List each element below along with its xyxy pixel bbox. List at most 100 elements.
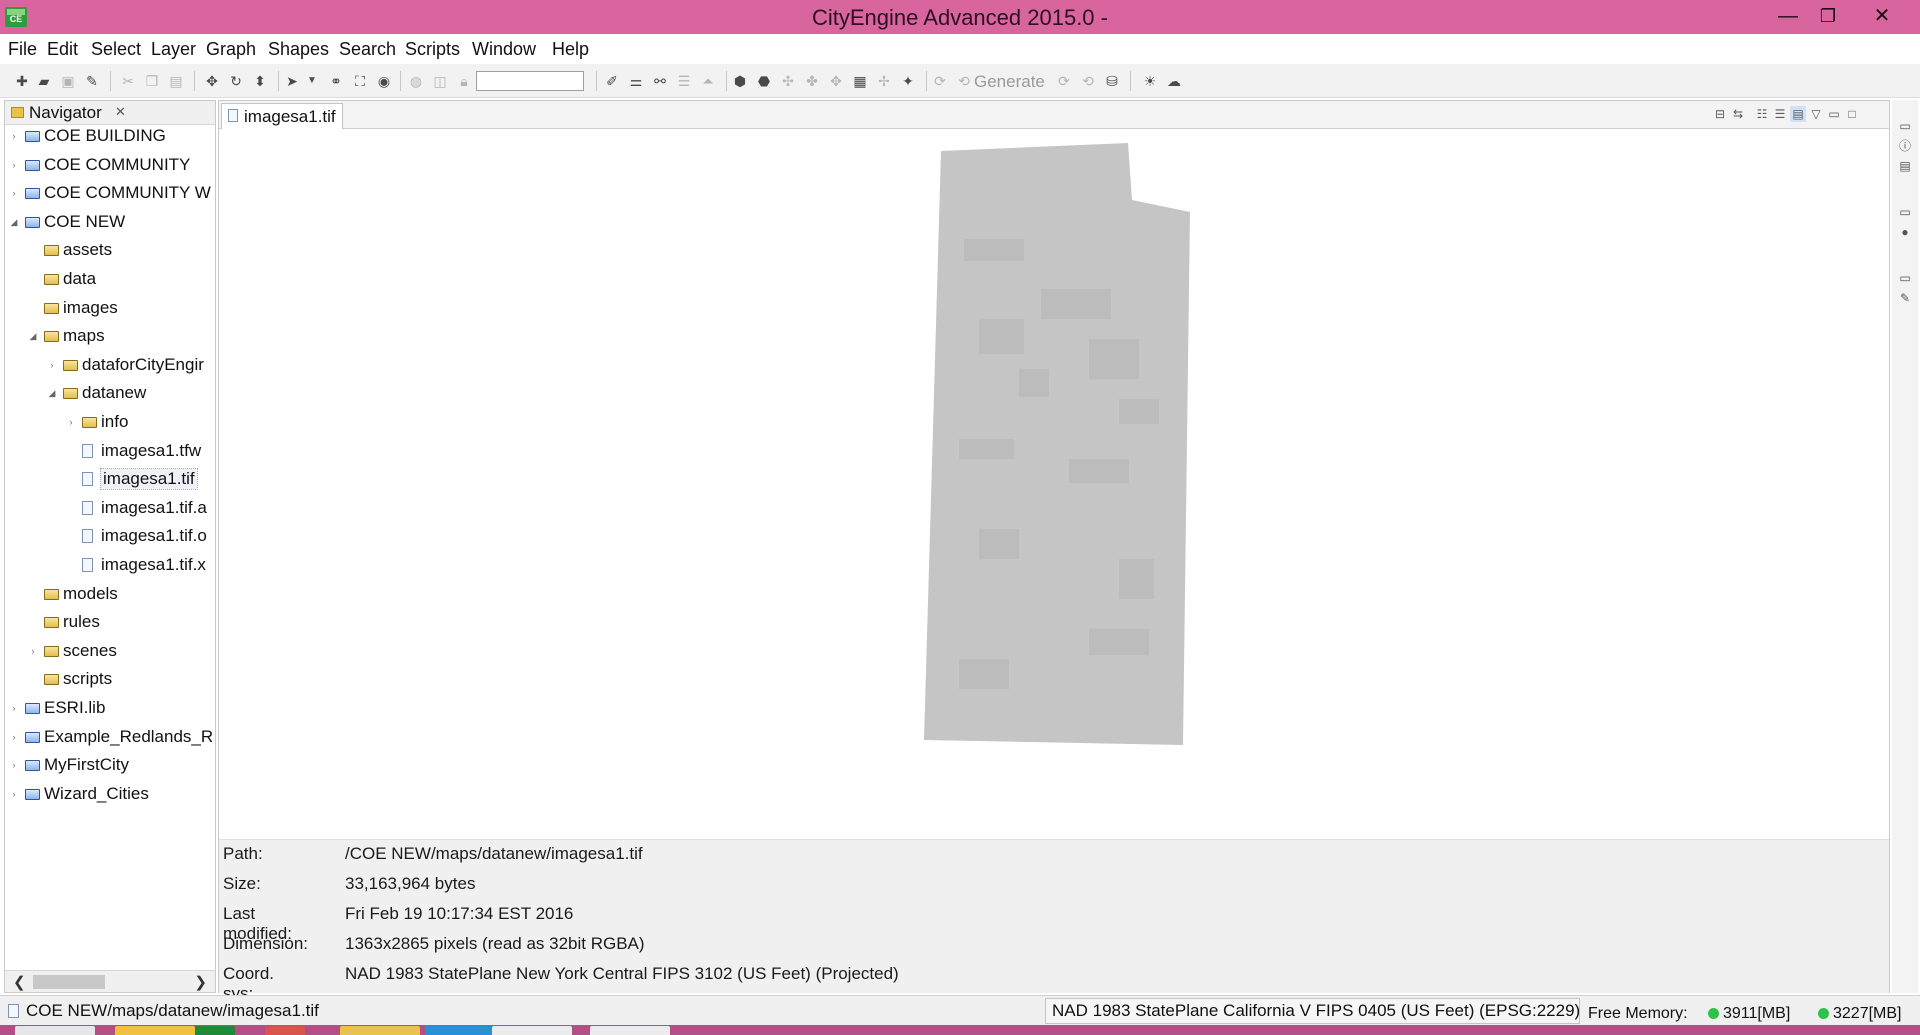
menu-file[interactable]: File <box>8 39 37 60</box>
generate-icon[interactable]: ⟲ <box>956 73 972 89</box>
taskbar-button[interactable] <box>195 1026 235 1035</box>
tree-item[interactable]: images <box>5 297 215 321</box>
cube-flat-icon[interactable]: ⬣ <box>756 73 772 89</box>
scroll-right-icon[interactable]: ❯ <box>194 973 207 991</box>
checker-icon[interactable]: ▦ <box>852 73 868 89</box>
tree-item[interactable]: › COE COMMUNITY W <box>5 182 215 206</box>
tree-item[interactable]: models <box>5 583 215 607</box>
info-icon[interactable]: ⓘ <box>1897 138 1913 154</box>
taskbar-button[interactable] <box>492 1026 572 1035</box>
move-down-icon[interactable]: ⬍ <box>252 73 268 89</box>
pan-icon[interactable]: ✥ <box>204 73 220 89</box>
navigator-horizontal-scrollbar[interactable]: ❮ ❯ <box>5 970 215 992</box>
tree-item[interactable]: › scenes <box>5 640 215 664</box>
cut-icon[interactable]: ✂ <box>120 73 136 89</box>
tree-item[interactable]: rules <box>5 611 215 635</box>
link-icon[interactable]: ⇆ <box>1730 106 1746 122</box>
collapsed-chevron-icon[interactable]: › <box>28 646 38 656</box>
shape-tools-icon[interactable]: ✦ <box>900 73 916 89</box>
new-icon[interactable]: ✚ <box>14 73 30 89</box>
export-icon[interactable]: ⛁ <box>1104 73 1120 89</box>
tree-item[interactable]: › Example_Redlands_R <box>5 726 215 750</box>
collapsed-chevron-icon[interactable]: › <box>9 131 19 141</box>
restore-view-icon[interactable]: ▭ <box>1897 204 1913 220</box>
toolbar-search-input[interactable] <box>476 71 584 91</box>
sphere-icon[interactable]: ● <box>1897 224 1913 240</box>
minimize-button[interactable]: — <box>1768 0 1808 34</box>
menu-layer[interactable]: Layer <box>151 39 196 60</box>
menu-graph[interactable]: Graph <box>206 39 256 60</box>
menu-edit[interactable]: Edit <box>47 39 78 60</box>
terrain-icon[interactable]: ⏶ <box>700 73 716 89</box>
outline-icon[interactable]: ☷ <box>1754 106 1770 122</box>
status-coordinate-system[interactable]: NAD 1983 StatePlane California V FIPS 04… <box>1045 998 1580 1024</box>
tree-item[interactable]: › dataforCityEngir <box>5 354 215 378</box>
restore-view-icon[interactable]: ▭ <box>1897 270 1913 286</box>
view-mode-icon[interactable]: ▤ <box>1790 106 1806 122</box>
list-icon[interactable]: ☰ <box>1772 106 1788 122</box>
navigator-tab[interactable]: Navigator <box>29 103 102 123</box>
taskbar-button[interactable] <box>265 1026 305 1035</box>
collapse-icon[interactable]: ⊟ <box>1712 106 1728 122</box>
shape-subdivide-icon[interactable]: ✥ <box>828 73 844 89</box>
image-preview[interactable] <box>219 129 1889 839</box>
navigator-tree[interactable]: › COE BUILDING › COE COMMUNITY › COE COMMUNIT… <box>5 125 215 970</box>
zoom-icon[interactable]: ◉ <box>376 73 392 89</box>
orbit-icon[interactable]: ↻ <box>228 73 244 89</box>
tree-item[interactable]: › COE COMMUNITY <box>5 154 215 178</box>
tree-item[interactable]: › ESRI.lib <box>5 697 215 721</box>
taskbar-button[interactable] <box>340 1026 420 1035</box>
collapsed-chevron-icon[interactable]: › <box>47 360 57 370</box>
scrollbar-thumb[interactable] <box>33 975 105 989</box>
taskbar-button[interactable] <box>15 1026 95 1035</box>
close-button[interactable]: ✕ <box>1862 0 1902 34</box>
generate-button[interactable]: Generate <box>974 72 1045 92</box>
tree-item[interactable]: imagesa1.tif.o <box>5 525 215 549</box>
street-grow-icon[interactable]: ⚌ <box>628 73 644 89</box>
collapsed-chevron-icon[interactable]: › <box>66 417 76 427</box>
expanded-chevron-icon[interactable]: ◢ <box>47 388 57 399</box>
taskbar-button[interactable] <box>115 1026 195 1035</box>
tree-item[interactable]: › Wizard_Cities <box>5 783 215 807</box>
tree-item[interactable]: scripts <box>5 668 215 692</box>
expanded-chevron-icon[interactable]: ◢ <box>9 217 19 228</box>
tree-item[interactable]: › info <box>5 411 215 435</box>
tree-item[interactable]: ◢ datanew <box>5 382 215 406</box>
clean-icon[interactable]: ⟲ <box>1080 73 1096 89</box>
minimize-view-icon[interactable]: ▭ <box>1826 106 1842 122</box>
tree-item[interactable]: assets <box>5 239 215 263</box>
chevron-down-icon[interactable]: ▼ <box>304 73 320 89</box>
shape-split-icon[interactable]: ✣ <box>780 73 796 89</box>
copy-icon[interactable]: ❐ <box>144 73 160 89</box>
menu-shapes[interactable]: Shapes <box>268 39 329 60</box>
open-folder-icon[interactable]: ▰ <box>36 73 52 89</box>
frame-icon[interactable]: ⛶ <box>352 73 368 89</box>
sun-icon[interactable]: ☀ <box>1142 73 1158 89</box>
tree-item[interactable]: imagesa1.tif <box>5 468 215 492</box>
collapsed-chevron-icon[interactable]: › <box>9 160 19 170</box>
generate-rule-icon[interactable]: ⟳ <box>932 73 948 89</box>
street-align-icon[interactable]: ☰ <box>676 73 692 89</box>
menu-search[interactable]: Search <box>339 39 396 60</box>
paste-icon[interactable]: ▤ <box>168 73 184 89</box>
menu-help[interactable]: Help <box>552 39 589 60</box>
tab-imagesa1-tif[interactable]: imagesa1.tif <box>221 103 343 129</box>
cube-icon[interactable]: ⬢ <box>732 73 748 89</box>
tree-item[interactable]: data <box>5 268 215 292</box>
tree-item[interactable]: › COE BUILDING <box>5 125 215 149</box>
tree-item[interactable]: imagesa1.tif.x <box>5 554 215 578</box>
collapsed-chevron-icon[interactable]: › <box>9 760 19 770</box>
menu-select[interactable]: Select <box>91 39 141 60</box>
render-sphere-icon[interactable]: ◍ <box>408 73 424 89</box>
shape-merge-icon[interactable]: ✤ <box>804 73 820 89</box>
restore-view-icon[interactable]: ▭ <box>1897 118 1913 134</box>
regenerate-icon[interactable]: ⟳ <box>1056 73 1072 89</box>
maximize-button[interactable]: ❐ <box>1808 0 1848 34</box>
collapsed-chevron-icon[interactable]: › <box>9 703 19 713</box>
save-icon[interactable]: ▣ <box>60 73 76 89</box>
maximize-view-icon[interactable]: □ <box>1844 106 1860 122</box>
collapsed-chevron-icon[interactable]: › <box>9 188 19 198</box>
edit-icon[interactable]: ✎ <box>1897 290 1913 306</box>
select-arrow-icon[interactable]: ➤ <box>284 73 300 89</box>
close-icon[interactable]: ✕ <box>115 104 126 120</box>
